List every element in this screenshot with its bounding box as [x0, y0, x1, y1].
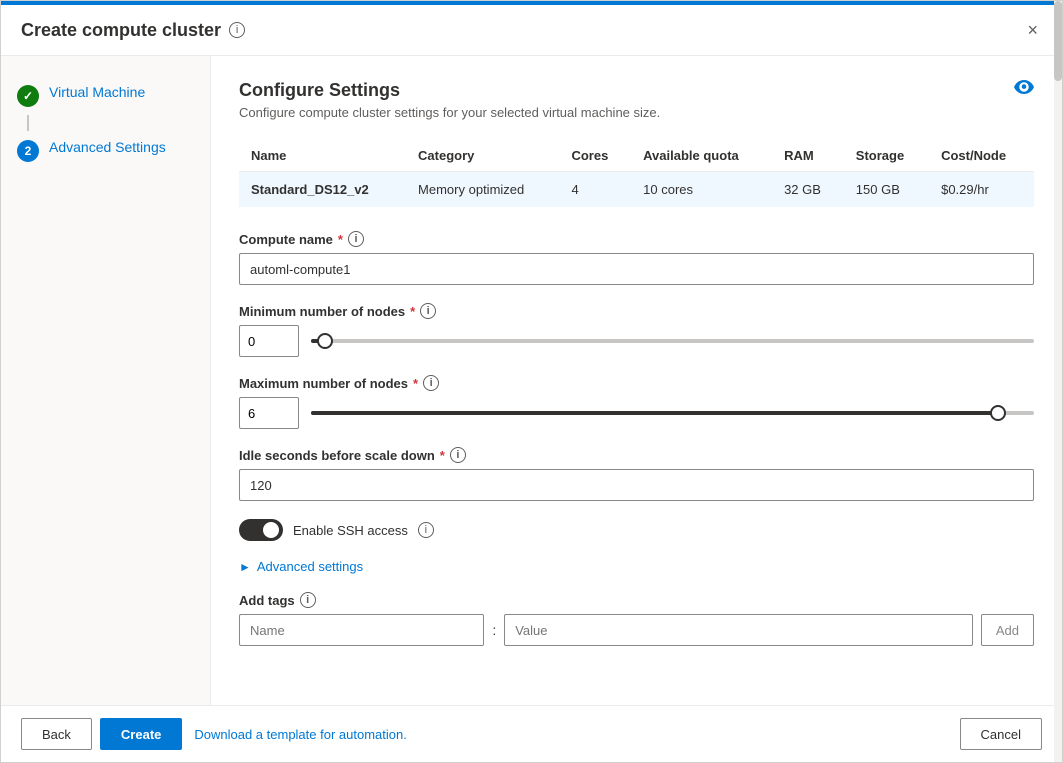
col-header-quota: Available quota — [631, 140, 772, 172]
idle-seconds-label: Idle seconds before scale down * i — [239, 447, 1034, 463]
min-nodes-required: * — [410, 304, 415, 319]
compute-name-info-icon[interactable]: i — [348, 231, 364, 247]
col-header-category: Category — [406, 140, 559, 172]
step-indicator-1: ✓ — [17, 85, 39, 107]
dialog-title: Create compute cluster — [21, 20, 221, 41]
max-nodes-label-text: Maximum number of nodes — [239, 376, 408, 391]
ssh-toggle[interactable] — [239, 519, 283, 541]
max-nodes-info-icon[interactable]: i — [423, 375, 439, 391]
dialog-footer: Back Create Download a template for auto… — [1, 705, 1062, 762]
max-nodes-label: Maximum number of nodes * i — [239, 375, 1034, 391]
advanced-settings-row[interactable]: ► Advanced settings — [239, 559, 1034, 574]
cell-quota: 10 cores — [631, 172, 772, 208]
ssh-info-icon[interactable]: i — [418, 522, 434, 538]
sidebar-item-virtual-machine[interactable]: ✓ Virtual Machine — [1, 76, 210, 115]
add-tags-label: Add tags — [239, 593, 295, 608]
min-nodes-input[interactable] — [239, 325, 299, 357]
tags-row: : Add — [239, 614, 1034, 646]
sidebar-item-label-1: Virtual Machine — [49, 84, 145, 100]
tags-colon: : — [492, 622, 496, 638]
scrollbar[interactable] — [1054, 56, 1062, 705]
scrollbar-thumb[interactable] — [1054, 56, 1062, 81]
dialog-info-icon[interactable]: i — [229, 22, 245, 38]
compute-name-label: Compute name * i — [239, 231, 1034, 247]
dialog-header: Create compute cluster i × — [1, 5, 1062, 56]
max-nodes-input[interactable] — [239, 397, 299, 429]
col-header-ram: RAM — [772, 140, 844, 172]
cell-ram: 32 GB — [772, 172, 844, 208]
add-tags-info-icon[interactable]: i — [300, 592, 316, 608]
section-subtitle: Configure compute cluster settings for y… — [239, 105, 1034, 120]
idle-seconds-required: * — [440, 448, 445, 463]
compute-name-label-text: Compute name — [239, 232, 333, 247]
sidebar-item-advanced-settings[interactable]: 2 Advanced Settings — [1, 131, 210, 170]
idle-seconds-input[interactable] — [239, 469, 1034, 501]
min-nodes-slider-thumb[interactable] — [317, 333, 333, 349]
section-title: Configure Settings — [239, 80, 1034, 101]
tags-add-button[interactable]: Add — [981, 614, 1034, 646]
cell-storage: 150 GB — [844, 172, 929, 208]
close-button[interactable]: × — [1023, 17, 1042, 43]
max-nodes-slider-thumb[interactable] — [990, 405, 1006, 421]
step-indicator-2: 2 — [17, 140, 39, 162]
col-header-cost: Cost/Node — [929, 140, 1034, 172]
sidebar: ✓ Virtual Machine 2 Advanced Settings — [1, 56, 211, 705]
min-nodes-group: Minimum number of nodes * i — [239, 303, 1034, 357]
ssh-toggle-label: Enable SSH access — [293, 523, 408, 538]
eye-icon-container — [1014, 80, 1034, 99]
idle-seconds-info-icon[interactable]: i — [450, 447, 466, 463]
min-nodes-label-text: Minimum number of nodes — [239, 304, 405, 319]
ssh-toggle-row: Enable SSH access i — [239, 519, 1034, 541]
cell-cost: $0.29/hr — [929, 172, 1034, 208]
back-button[interactable]: Back — [21, 718, 92, 750]
dialog-container: Create compute cluster i × ✓ Virtual Mac… — [0, 0, 1063, 763]
create-button[interactable]: Create — [100, 718, 182, 750]
template-link[interactable]: Download a template for automation. — [194, 727, 406, 742]
main-content: Configure Settings Configure compute clu… — [211, 56, 1062, 705]
compute-name-input[interactable] — [239, 253, 1034, 285]
tags-name-input[interactable] — [239, 614, 484, 646]
compute-name-required: * — [338, 232, 343, 247]
sidebar-connector — [27, 115, 29, 131]
tags-value-input[interactable] — [504, 614, 973, 646]
add-tags-group: Add tags i : Add — [239, 592, 1034, 646]
max-nodes-group: Maximum number of nodes * i — [239, 375, 1034, 429]
col-header-name: Name — [239, 140, 406, 172]
min-nodes-slider-track[interactable] — [311, 339, 1034, 343]
chevron-right-icon: ► — [239, 560, 251, 574]
max-nodes-slider-track[interactable] — [311, 411, 1034, 415]
vm-table: Name Category Cores Available quota RAM … — [239, 140, 1034, 207]
add-tags-label-row: Add tags i — [239, 592, 1034, 608]
dialog-body: ✓ Virtual Machine 2 Advanced Settings Co… — [1, 56, 1062, 705]
min-nodes-label: Minimum number of nodes * i — [239, 303, 1034, 319]
cell-cores: 4 — [559, 172, 631, 208]
col-header-cores: Cores — [559, 140, 631, 172]
compute-name-group: Compute name * i — [239, 231, 1034, 285]
table-row[interactable]: Standard_DS12_v2 Memory optimized 4 10 c… — [239, 172, 1034, 208]
cancel-button[interactable]: Cancel — [960, 718, 1042, 750]
cell-name: Standard_DS12_v2 — [239, 172, 406, 208]
min-nodes-info-icon[interactable]: i — [420, 303, 436, 319]
eye-icon[interactable] — [1014, 81, 1034, 98]
cell-category: Memory optimized — [406, 172, 559, 208]
col-header-storage: Storage — [844, 140, 929, 172]
advanced-settings-label: Advanced settings — [257, 559, 363, 574]
toggle-knob — [263, 522, 279, 538]
min-nodes-slider-row — [239, 325, 1034, 357]
max-nodes-slider-row — [239, 397, 1034, 429]
dialog-title-row: Create compute cluster i — [21, 20, 245, 41]
max-nodes-slider-fill — [311, 411, 998, 415]
idle-seconds-label-text: Idle seconds before scale down — [239, 448, 435, 463]
max-nodes-required: * — [413, 376, 418, 391]
idle-seconds-group: Idle seconds before scale down * i — [239, 447, 1034, 501]
sidebar-item-label-2: Advanced Settings — [49, 139, 166, 155]
